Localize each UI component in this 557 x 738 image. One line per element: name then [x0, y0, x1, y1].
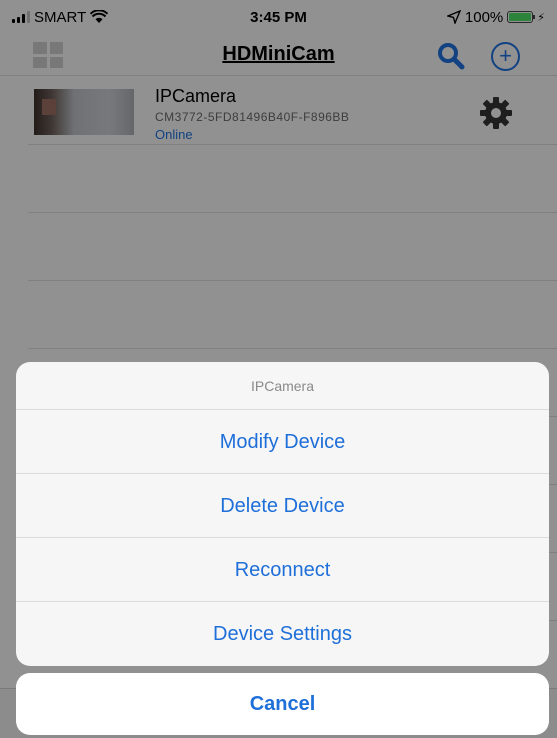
reconnect-button[interactable]: Reconnect: [16, 538, 549, 602]
action-sheet-title: IPCamera: [16, 362, 549, 410]
action-sheet: IPCamera Modify Device Delete Device Rec…: [16, 362, 549, 666]
delete-device-button[interactable]: Delete Device: [16, 474, 549, 538]
device-settings-button[interactable]: Device Settings: [16, 602, 549, 666]
cancel-button[interactable]: Cancel: [16, 673, 549, 735]
modify-device-button[interactable]: Modify Device: [16, 410, 549, 474]
